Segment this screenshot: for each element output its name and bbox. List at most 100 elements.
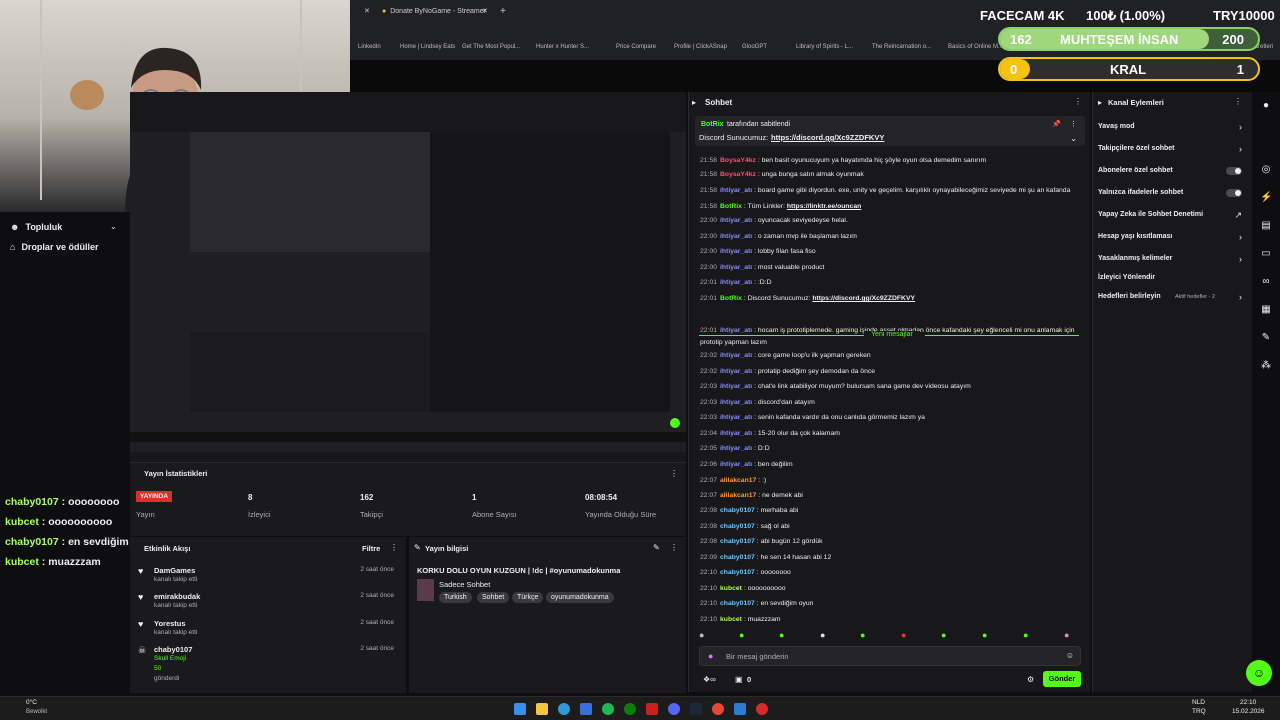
chat-message-user[interactable]: alilakcan17 [720, 492, 756, 499]
chat-message-user[interactable]: BotRix [720, 295, 742, 302]
tag-pill[interactable]: oyunumadokunma [546, 592, 614, 603]
emoji-icon[interactable]: ☺ [1066, 651, 1074, 660]
weather-temp[interactable]: 0°C [26, 699, 37, 706]
chat-message-user[interactable]: ihtiyar_atı [720, 445, 752, 452]
channel-action-item[interactable]: Yapay Zeka ile Sohbet Denetimi [1098, 211, 1203, 218]
chevron-right-icon[interactable]: › [1239, 292, 1242, 302]
channel-action-item[interactable]: Yalnızca ifadelerle sohbet [1098, 189, 1183, 196]
chat-message-user[interactable]: chaby0107 [720, 523, 755, 530]
stream-preview[interactable] [130, 92, 686, 462]
send-button[interactable]: Gönder [1043, 671, 1081, 687]
spotify-icon[interactable] [602, 703, 614, 715]
chrome-icon[interactable] [712, 703, 724, 715]
channel-action-item[interactable]: Hedefleri belirleyin [1098, 293, 1161, 300]
toggle-switch[interactable] [1226, 189, 1242, 197]
chat-message-user[interactable]: ihtiyar_atı [720, 264, 752, 271]
emote[interactable]: ● [941, 630, 946, 640]
emote[interactable]: ● [1023, 630, 1028, 640]
chat-message-user[interactable]: ihtiyar_atı [720, 327, 752, 334]
emote[interactable]: ● [779, 630, 784, 640]
chat-message-user[interactable]: alilakcan17 [720, 477, 756, 484]
chat-message-user[interactable]: ihtiyar_atı [720, 187, 752, 194]
steam-icon[interactable] [690, 703, 702, 715]
edit-icon[interactable]: ✎ [653, 543, 660, 552]
tab-close-icon[interactable]: ✕ [482, 2, 488, 20]
pin-icon[interactable]: 📌 [1052, 120, 1061, 128]
new-tab-icon[interactable]: + [500, 2, 506, 20]
gear-icon[interactable]: ⚙ [1027, 675, 1034, 684]
channel-action-item[interactable]: Takipçilere özel sohbet [1098, 145, 1175, 152]
document-icon[interactable]: ▤ [1260, 220, 1272, 232]
language-indicator-sub[interactable]: TRQ [1192, 708, 1206, 715]
clock-date[interactable]: 15.02.2026 [1232, 708, 1265, 715]
bookmark-item[interactable]: Library of Spirits - L... [796, 44, 853, 50]
xbox-icon[interactable] [624, 703, 636, 715]
lightning-icon[interactable]: ⚡ [1260, 192, 1272, 204]
chat-message-user[interactable]: chaby0107 [720, 600, 755, 607]
chevron-right-icon[interactable]: › [1239, 254, 1242, 264]
chat-message-user[interactable]: kubcet [720, 616, 742, 623]
camera-icon[interactable]: ◎ [1260, 164, 1272, 176]
stream-category[interactable]: Sadece Sohbet [439, 580, 490, 589]
sidebar-item-community[interactable]: ☻ Topluluk [10, 222, 62, 232]
chat-bubble-icon[interactable]: ▭ [1260, 248, 1272, 260]
users-icon[interactable]: ⁂ [1260, 360, 1272, 372]
channel-action-item[interactable]: İzleyici Yönlendir [1098, 274, 1155, 281]
obs-icon[interactable] [756, 703, 768, 715]
chat-message-user[interactable]: chaby0107 [720, 538, 755, 545]
chat-message-user[interactable]: ihtiyar_atı [720, 279, 752, 286]
bookmark-item[interactable]: Profile | ClickASnap [674, 44, 727, 50]
more-icon[interactable]: ⋮ [390, 543, 398, 552]
channel-action-item[interactable]: Yasaklanmış kelimeler [1098, 255, 1172, 262]
chat-message-user[interactable]: ihtiyar_atı [720, 233, 752, 240]
chat-message-user[interactable]: ihtiyar_atı [720, 399, 752, 406]
app-icon[interactable] [646, 703, 658, 715]
tag-pill[interactable]: Türkçe [512, 592, 544, 603]
chevron-right-icon[interactable]: › [1239, 232, 1242, 242]
more-icon[interactable]: ⋮ [670, 469, 678, 478]
discord-icon[interactable] [668, 703, 680, 715]
chat-message-user[interactable]: chaby0107 [720, 554, 755, 561]
channel-action-item[interactable]: Yavaş mod [1098, 123, 1135, 130]
store-icon[interactable] [580, 703, 592, 715]
mic-icon[interactable]: ● [708, 651, 713, 661]
more-icon[interactable]: ⋮ [670, 543, 678, 552]
bookmark-item[interactable]: LinkedIn [358, 44, 381, 50]
emote[interactable]: ● [860, 630, 865, 640]
tag-pill[interactable]: Turkish [439, 592, 472, 603]
sidebar-item-drops[interactable]: ⌂ Droplar ve ödüller [10, 242, 98, 252]
bookmark-item[interactable]: Price Compare [616, 44, 656, 50]
pinned-link[interactable]: https://discord.gg/Xc9ZZDFKVY [771, 133, 884, 142]
link-icon[interactable]: ∞ [1260, 276, 1272, 288]
external-link-icon[interactable]: ↗ [1234, 210, 1242, 221]
clock-time[interactable]: 22:10 [1240, 699, 1256, 706]
more-icon[interactable]: ⋮ [1070, 120, 1077, 128]
chat-message-link[interactable]: https://discord.gg/Xc9ZZDFKVY [812, 295, 915, 302]
channel-action-item[interactable]: Hesap yaşı kısıtlaması [1098, 233, 1172, 240]
start-icon[interactable] [514, 703, 526, 715]
gift-icon[interactable]: ▣ [735, 675, 743, 684]
weather-desc[interactable]: Bewolkt [26, 709, 47, 715]
chevron-right-icon[interactable]: › [1239, 144, 1242, 154]
chat-message-user[interactable]: BoysaY4kz [720, 157, 756, 164]
chat-message-user[interactable]: BoysaY4kz [720, 171, 756, 178]
chevron-down-icon[interactable]: ⌄ [1070, 134, 1077, 143]
chat-message-user[interactable]: BotRix [720, 203, 742, 210]
emote[interactable]: ● [901, 630, 906, 640]
bookmark-item[interactable]: Get The Most Popul... [462, 44, 520, 50]
toggle-switch[interactable] [1226, 167, 1242, 175]
channel-action-item[interactable]: Abonelere özel sohbet [1098, 167, 1173, 174]
emote[interactable]: ● [739, 630, 744, 640]
chat-message-user[interactable]: ihtiyar_atı [720, 414, 752, 421]
notepad-icon[interactable] [734, 703, 746, 715]
emote[interactable]: ● [699, 630, 704, 640]
bookmark-item[interactable]: The Reincarnation o... [872, 44, 931, 50]
chat-input[interactable]: ● Bir mesaj gönderin ☺ [699, 646, 1081, 666]
chat-message-user[interactable]: ihtiyar_atı [720, 461, 752, 468]
info-icon[interactable]: ● [1260, 100, 1272, 112]
bookmark-item[interactable]: Hunter x Hunter S... [536, 44, 589, 50]
emote[interactable]: ● [1064, 630, 1069, 640]
points-icon[interactable]: ❖∞ [703, 675, 716, 684]
chat-message-user[interactable]: ihtiyar_atı [720, 352, 752, 359]
support-chat-icon[interactable]: ☺ [1246, 660, 1272, 686]
